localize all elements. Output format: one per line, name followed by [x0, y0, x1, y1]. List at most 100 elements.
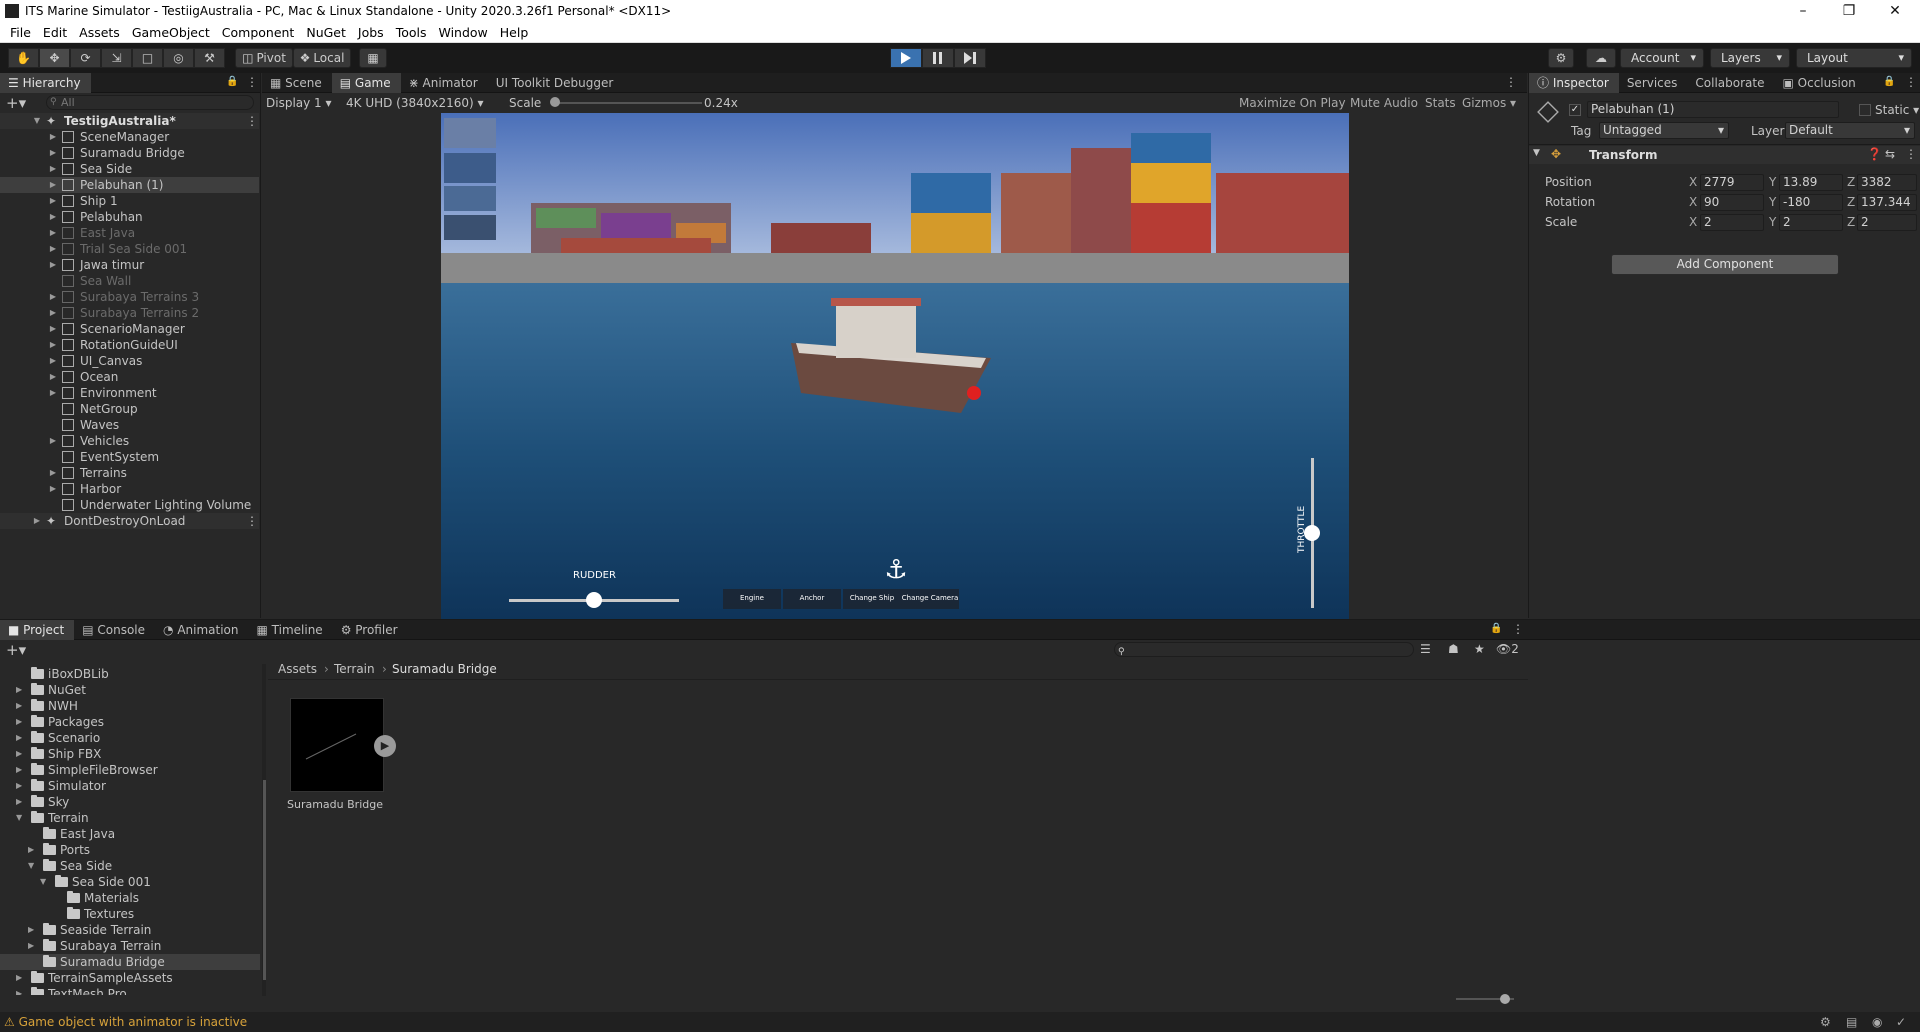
hierarchy-item[interactable]: ▶ Ship 1	[0, 193, 259, 209]
folder-item[interactable]: ▶ NuGet	[0, 682, 260, 698]
asset-thumbnail[interactable]	[290, 698, 384, 792]
menu-gameobject[interactable]: GameObject	[126, 25, 216, 40]
static-dropdown[interactable]: Static ▾	[1875, 103, 1919, 117]
expand-arrow-icon[interactable]: ▶	[48, 321, 58, 337]
hierarchy-item[interactable]: Waves	[0, 417, 259, 433]
expand-arrow-icon[interactable]: ▶	[16, 682, 22, 698]
rotate-tool-icon[interactable]: ⟳	[70, 48, 101, 68]
menu-component[interactable]: Component	[216, 25, 301, 40]
rotation-x-field[interactable]: 90	[1700, 194, 1764, 211]
hierarchy-item[interactable]: ▶ Vehicles	[0, 433, 259, 449]
menu-edit[interactable]: Edit	[37, 25, 73, 40]
position-y-field[interactable]: 13.89	[1779, 174, 1843, 191]
hierarchy-item[interactable]: Sea Wall	[0, 273, 259, 289]
expand-arrow-icon[interactable]: ▶	[16, 986, 22, 995]
kebab-menu-icon[interactable]: ⋮	[246, 75, 258, 89]
presets-icon[interactable]: ⇆	[1885, 147, 1895, 161]
tab-scene[interactable]: ▦ Scene	[262, 73, 332, 93]
tab-game[interactable]: ▤ Game	[331, 72, 401, 93]
stats-toggle[interactable]: Stats	[1425, 93, 1456, 113]
expand-arrow-icon[interactable]: ▶	[48, 369, 58, 385]
project-lock-icon[interactable]: 🔒	[1490, 623, 1502, 634]
folder-item[interactable]: Materials	[0, 890, 260, 906]
expand-arrow-icon[interactable]: ▶	[48, 225, 58, 241]
static-checkbox[interactable]	[1859, 104, 1871, 116]
tab-animator[interactable]: ⋇ Animator	[401, 73, 488, 93]
expand-arrow-icon[interactable]: ▼	[32, 113, 42, 129]
layout-dropdown[interactable]: Layout	[1796, 48, 1912, 68]
hierarchy-item[interactable]: ▶ Suramadu Bridge	[0, 145, 259, 161]
hierarchy-item[interactable]: ▶ Jawa timur	[0, 257, 259, 273]
hierarchy-item[interactable]: ▶ East Java	[0, 225, 259, 241]
filter-type-icon[interactable]: ☰	[1420, 642, 1431, 656]
scale-slider-handle[interactable]	[550, 97, 560, 107]
custom-tool-icon[interactable]: ⚒	[194, 48, 225, 68]
folder-item[interactable]: ▼ Sea Side	[0, 858, 260, 874]
menu-nuget[interactable]: NuGet	[300, 25, 352, 40]
scale-y-field[interactable]: 2	[1779, 214, 1843, 231]
hierarchy-scene-row[interactable]: ▼ ✦ TestiigAustralia* ⋮	[0, 113, 259, 129]
restore-icon[interactable]: ❐	[1826, 0, 1872, 22]
anchor-icon[interactable]: ⚓	[884, 555, 907, 585]
hierarchy-item[interactable]: ▶ Surabaya Terrains 3	[0, 289, 259, 305]
expand-arrow-icon[interactable]: ▶	[16, 762, 22, 778]
expand-arrow-icon[interactable]: ▶	[28, 938, 34, 954]
active-checkbox[interactable]: ✓	[1569, 104, 1581, 116]
project-kebab-icon[interactable]: ⋮	[1512, 622, 1524, 636]
hierarchy-item[interactable]: ▶ ScenarioManager	[0, 321, 259, 337]
rect-tool-icon[interactable]: □	[132, 48, 163, 68]
status-message[interactable]: Game object with animator is inactive	[19, 1015, 248, 1029]
hand-tool-icon[interactable]: ✋	[8, 48, 39, 68]
create-asset-icon[interactable]: +▾	[6, 641, 26, 659]
help-icon[interactable]: ❓	[1867, 147, 1882, 161]
x-axis-label[interactable]: X	[1689, 175, 1697, 189]
expand-arrow-icon[interactable]: ▶	[48, 177, 58, 193]
y-axis-label[interactable]: Y	[1769, 195, 1776, 209]
account-dropdown[interactable]: Account	[1620, 48, 1704, 68]
expand-arrow-icon[interactable]: ▶	[48, 465, 58, 481]
hierarchy-dontdestroy-row[interactable]: ▶ ✦ DontDestroyOnLoad ⋮	[0, 513, 259, 529]
game-viewport[interactable]: ⚓ RUDDER THROTTLE Engine Anchor Change S…	[441, 113, 1349, 623]
folder-scrollbar-thumb[interactable]	[263, 780, 266, 980]
lock-icon[interactable]: 🔒	[226, 76, 238, 87]
folder-item[interactable]: Textures	[0, 906, 260, 922]
favorite-star-icon[interactable]: ★	[1474, 642, 1485, 656]
tab-ui-toolkit-debugger[interactable]: UI Toolkit Debugger	[488, 73, 624, 93]
minimize-icon[interactable]: –	[1780, 0, 1826, 22]
hierarchy-item[interactable]: EventSystem	[0, 449, 259, 465]
hierarchy-item[interactable]: ▶ Terrains	[0, 465, 259, 481]
hierarchy-item[interactable]: ▶ Surabaya Terrains 2	[0, 305, 259, 321]
hierarchy-item[interactable]: ▶ Environment	[0, 385, 259, 401]
expand-arrow-icon[interactable]: ▶	[48, 129, 58, 145]
scale-tool-icon[interactable]: ⇲	[101, 48, 132, 68]
expand-arrow-icon[interactable]: ▼	[40, 874, 46, 890]
menu-window[interactable]: Window	[432, 25, 493, 40]
expand-arrow-icon[interactable]: ▶	[48, 241, 58, 257]
component-kebab-icon[interactable]: ⋮	[1905, 147, 1917, 161]
layer-dropdown[interactable]: Default ▾	[1785, 122, 1915, 139]
anchor-button[interactable]: Anchor	[783, 594, 841, 602]
menu-file[interactable]: File	[4, 25, 37, 40]
folder-item[interactable]: ▶ TerrainSampleAssets	[0, 970, 260, 986]
breadcrumb-assets[interactable]: Assets	[278, 662, 317, 676]
hierarchy-item[interactable]: ▶ Sea Side	[0, 161, 259, 177]
expand-arrow-icon[interactable]: ▶	[16, 794, 22, 810]
menu-tools[interactable]: Tools	[390, 25, 433, 40]
folder-item[interactable]: ▶ Packages	[0, 714, 260, 730]
close-icon[interactable]: ✕	[1872, 0, 1918, 22]
project-search-input[interactable]: ⚲	[1114, 642, 1414, 657]
menu-assets[interactable]: Assets	[73, 25, 126, 40]
add-component-button[interactable]: Add Component	[1611, 254, 1839, 275]
play-button[interactable]	[890, 48, 922, 68]
hierarchy-item[interactable]: Underwater Lighting Volume	[0, 497, 259, 513]
hierarchy-item[interactable]: ▶ Ocean	[0, 369, 259, 385]
expand-arrow-icon[interactable]: ▶	[48, 257, 58, 273]
position-z-field[interactable]: 3382	[1857, 174, 1917, 191]
tab-hierarchy[interactable]: ☰ Hierarchy	[0, 72, 91, 93]
tab-animation[interactable]: ◔ Animation	[155, 620, 248, 640]
object-name-field[interactable]: Pelabuhan (1)	[1587, 101, 1839, 118]
z-axis-label[interactable]: Z	[1847, 175, 1855, 189]
tab-project[interactable]: ■ Project	[0, 619, 75, 640]
tab-inspector[interactable]: ⓘ Inspector	[1529, 72, 1619, 93]
transform-tool-icon[interactable]: ◎	[163, 48, 194, 68]
